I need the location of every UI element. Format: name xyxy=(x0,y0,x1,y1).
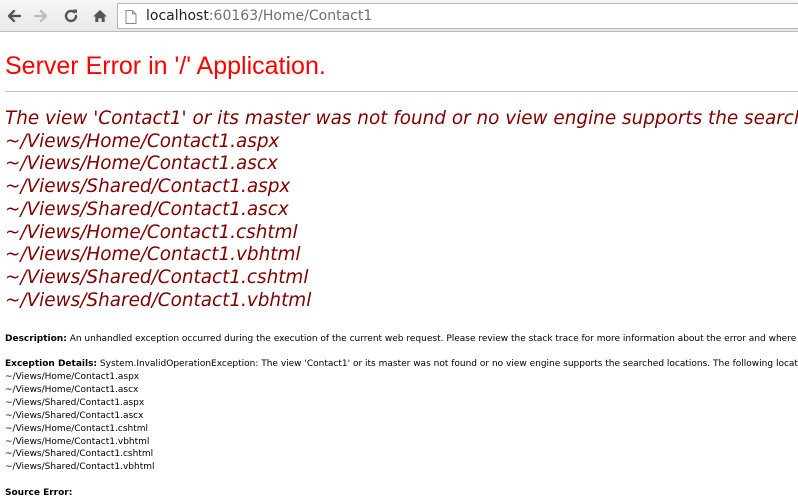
reload-button[interactable] xyxy=(60,5,82,27)
searched-path: ~/Views/Home/Contact1.vbhtml xyxy=(5,244,301,266)
error-message-lead: The view 'Contact1' or its master was no… xyxy=(5,108,798,129)
page-content: Server Error in '/' Application. The vie… xyxy=(5,32,798,504)
forward-arrow-icon xyxy=(33,8,49,24)
page-title: Server Error in '/' Application. xyxy=(5,52,326,80)
searched-path: ~/Views/Shared/Contact1.cshtml xyxy=(5,266,309,288)
exception-path: ~/Views/Home/Contact1.cshtml xyxy=(5,423,149,434)
home-icon xyxy=(92,8,108,24)
divider xyxy=(5,91,798,92)
url-host: localhost xyxy=(146,8,209,24)
searched-path: ~/Views/Home/Contact1.ascx xyxy=(5,153,278,175)
url-text: localhost:60163/Home/Contact1 xyxy=(146,8,372,24)
searched-path: ~/Views/Home/Contact1.aspx xyxy=(5,130,280,152)
reload-icon xyxy=(63,8,79,24)
exception-path: ~/Views/Home/Contact1.ascx xyxy=(5,384,139,395)
exception-path: ~/Views/Shared/Contact1.aspx xyxy=(5,397,145,408)
description-text: An unhandled exception occurred during t… xyxy=(69,334,798,344)
exception-path: ~/Views/Shared/Contact1.ascx xyxy=(5,410,144,421)
source-error-label: Source Error: xyxy=(5,488,73,498)
exception-path: ~/Views/Shared/Contact1.vbhtml xyxy=(5,462,155,473)
browser-toolbar: localhost:60163/Home/Contact1 xyxy=(0,0,798,32)
error-message: The view 'Contact1' or its master was no… xyxy=(5,108,798,312)
exception-details: Exception Details: System.InvalidOperati… xyxy=(5,358,798,370)
page-icon xyxy=(125,9,137,28)
searched-path: ~/Views/Shared/Contact1.vbhtml xyxy=(5,289,312,311)
exception-path-list: ~/Views/Home/Contact1.aspx ~/Views/Home/… xyxy=(5,371,155,474)
back-button[interactable] xyxy=(3,5,25,27)
exception-text: System.InvalidOperationException: The vi… xyxy=(99,359,798,369)
exception-path: ~/Views/Home/Contact1.vbhtml xyxy=(5,436,150,447)
exception-path: ~/Views/Home/Contact1.aspx xyxy=(5,372,140,382)
searched-path: ~/Views/Shared/Contact1.aspx xyxy=(5,176,291,198)
url-path: :60163/Home/Contact1 xyxy=(208,8,373,24)
home-button[interactable] xyxy=(89,5,111,27)
searched-path: ~/Views/Shared/Contact1.ascx xyxy=(5,198,289,220)
exception-path: ~/Views/Shared/Contact1.cshtml xyxy=(5,449,154,460)
source-error: Source Error: xyxy=(5,487,798,499)
description: Description: An unhandled exception occu… xyxy=(5,333,798,345)
address-bar[interactable]: localhost:60163/Home/Contact1 xyxy=(117,3,798,29)
searched-path: ~/Views/Home/Contact1.cshtml xyxy=(5,221,298,243)
back-arrow-icon xyxy=(6,8,22,24)
exception-label: Exception Details: xyxy=(5,359,98,369)
description-label: Description: xyxy=(5,334,67,344)
forward-button[interactable] xyxy=(30,5,52,27)
